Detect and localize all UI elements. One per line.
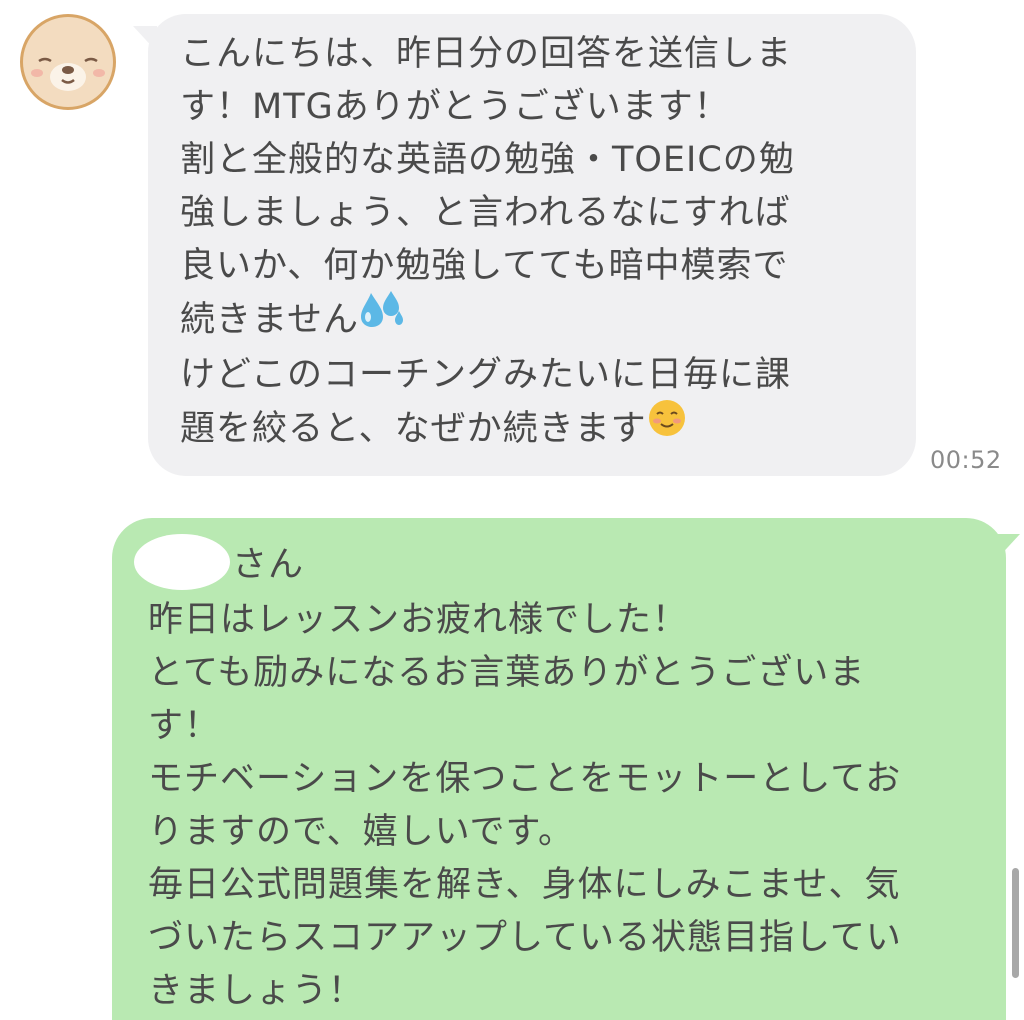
bear-face-icon <box>23 17 113 107</box>
sweat-droplets-icon <box>359 289 405 345</box>
smiling-face-icon <box>647 398 687 454</box>
message-line: す！MTGありがとうございます！ <box>180 87 730 127</box>
greeting-line: さん <box>134 534 986 594</box>
message-text: 題を絞ると、なぜか続きます <box>180 409 647 449</box>
incoming-message-bubble[interactable]: こんにちは、昨日分の回答を送信しま す！MTGありがとうございます！ 割と全般的… <box>148 14 916 476</box>
chat-view: こんにちは、昨日分の回答を送信しま す！MTGありがとうございます！ 割と全般的… <box>0 0 1024 1020</box>
message-line: づいたらスコアアップしている状態目指してい <box>148 918 902 958</box>
message-line: す！ <box>148 706 221 746</box>
message-line: こんにちは、昨日分の回答を送信しま <box>180 34 793 74</box>
message-line: 昨日はレッスンお疲れ様でした！ <box>148 600 689 640</box>
redacted-name <box>134 534 230 590</box>
message-line: きましょう！ <box>148 971 365 1011</box>
message-line: 割と全般的な英語の勉強・TOEICの勉 <box>180 140 795 180</box>
message-line: モチベーションを保つことをモットーとしてお <box>148 759 902 799</box>
message-line: けどこのコーチングみたいに日毎に課 <box>180 355 791 395</box>
sender-avatar[interactable] <box>20 14 116 110</box>
message-line-with-emoji: 続きません <box>180 291 896 349</box>
message-text: 続きません <box>180 300 359 340</box>
message-line: りますので、嬉しいです。 <box>148 812 575 852</box>
message-line: 毎日公式問題集を解き、身体にしみこませ、気 <box>148 865 901 905</box>
outgoing-message-bubble[interactable]: さん 昨日はレッスンお疲れ様でした！ とても励みになるお言葉ありがとうございま … <box>112 518 1006 1020</box>
message-line: 強しましょう、と言われるなにすれば <box>180 193 791 233</box>
message-line: とても励みになるお言葉ありがとうございま <box>148 653 866 693</box>
scrollbar-thumb[interactable] <box>1012 868 1019 978</box>
message-line-with-emoji: 題を絞ると、なぜか続きます <box>180 400 896 458</box>
message-timestamp: 00:52 <box>930 446 1002 474</box>
message-line: 良いか、何か勉強してても暗中模索で <box>180 246 789 286</box>
name-suffix: さん <box>232 545 305 585</box>
